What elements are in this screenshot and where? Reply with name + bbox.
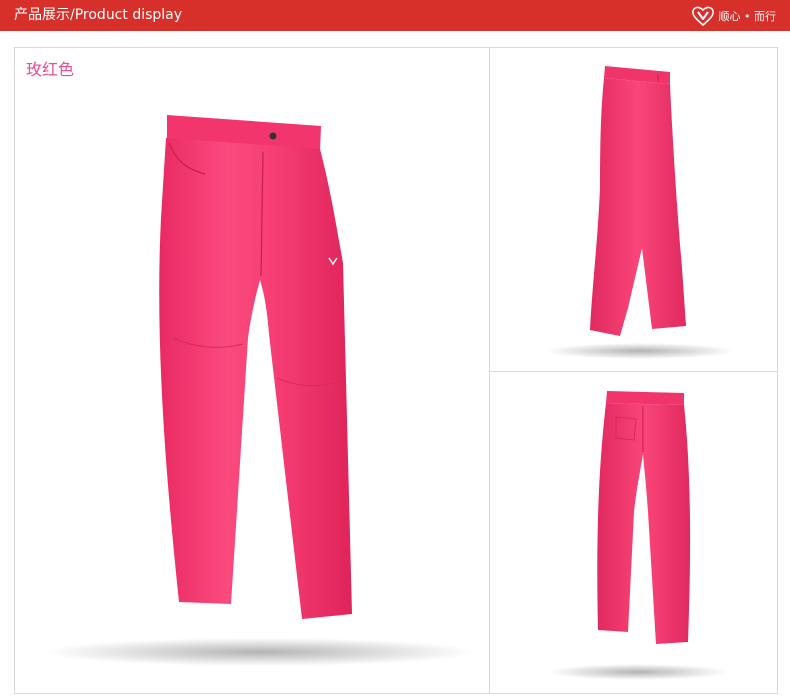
page-title: 产品展示/Product display (14, 7, 183, 23)
brand-slogan: 顺心 • 而行 (718, 10, 776, 23)
brand: 顺心 • 而行 (691, 4, 776, 28)
side-view-panel (489, 47, 778, 372)
side-view-image (545, 66, 735, 359)
back-view-image (548, 391, 728, 680)
front-view-panel: 玫红色 (14, 47, 490, 694)
back-view-panel (489, 371, 778, 694)
header-bar: 产品展示/Product display 顺心 • 而行 (0, 0, 790, 31)
v-heart-logo-icon (691, 6, 714, 27)
front-view-image (45, 115, 475, 666)
